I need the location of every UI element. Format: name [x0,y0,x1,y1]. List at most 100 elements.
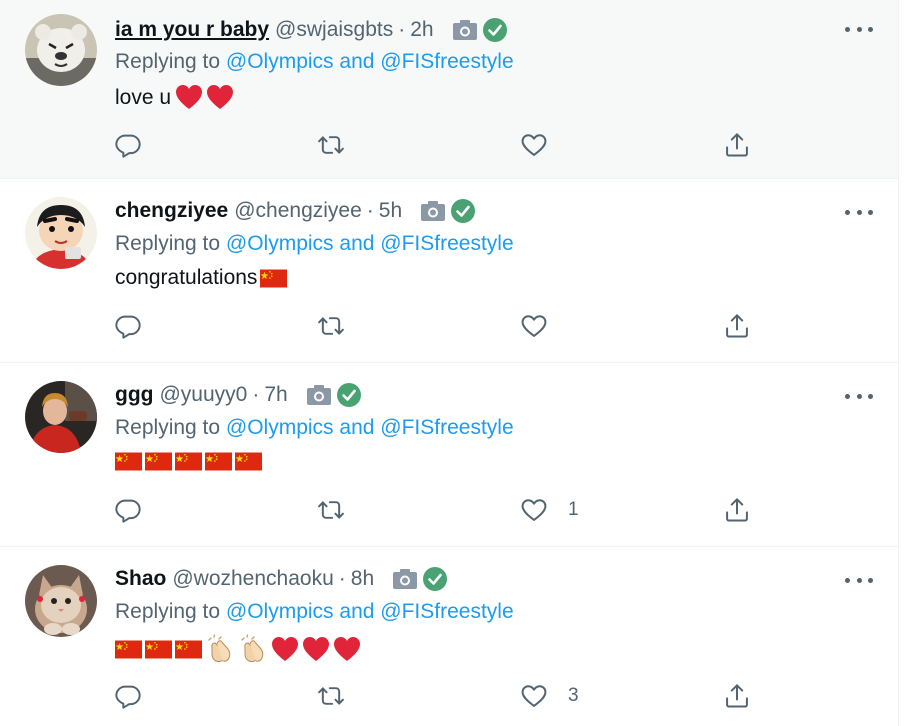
display-name[interactable]: ggg [115,383,153,407]
like-icon [521,685,547,707]
like-button[interactable] [520,128,568,162]
china-flag-emoji [115,640,142,658]
more-options-icon[interactable] [845,22,873,36]
share-icon [726,133,748,157]
more-options-icon[interactable] [845,389,873,403]
tweet-actions: 1 [0,493,898,529]
clapping-hands-emoji [241,634,264,663]
share-button[interactable] [723,679,751,713]
camera-icon [306,385,331,405]
timestamp[interactable]: 5h [379,199,402,223]
tweet-body: love u [115,85,172,109]
more-options-icon[interactable] [845,573,873,587]
tweet-header: ggg @yuuyy0 · 7h [115,379,362,411]
like-button[interactable] [520,309,568,343]
timestamp[interactable]: 7h [264,383,287,407]
reply-button[interactable] [114,309,142,343]
china-flag-emoji [175,640,202,658]
avatar[interactable] [25,381,97,453]
replying-to-line: Replying to @Olympics and @FISfreestyle [115,50,514,74]
china-flag-emoji [145,640,172,658]
red-heart-emoji [272,636,298,661]
display-name[interactable]: chengziyee [115,199,228,223]
timestamp[interactable]: 8h [351,567,374,591]
share-button[interactable] [723,309,751,343]
user-handle[interactable]: @yuuyy0 [159,383,247,407]
retweet-button[interactable] [317,128,345,162]
more-options-icon[interactable] [845,205,873,219]
reply-button[interactable] [114,679,142,713]
reply-icon [115,315,141,339]
reply-button[interactable] [114,493,142,527]
replying-to-label: Replying to [115,416,221,439]
share-icon [726,498,748,522]
avatar[interactable] [25,565,97,637]
china-flag-emoji [205,452,232,471]
red-heart-emoji [303,636,329,661]
china-flag-emoji [145,452,172,471]
like-icon [521,315,547,337]
red-heart-emoji [334,636,360,661]
retweet-button[interactable] [317,493,345,527]
avatar[interactable] [25,197,97,269]
replying-to-label: Replying to [115,600,221,623]
mention-links[interactable]: @Olympics and @FISfreestyle [226,50,514,73]
verified-badge-icon [451,199,476,223]
display-name[interactable]: Shao [115,567,166,591]
tweet-actions [0,309,898,345]
like-button[interactable]: 1 [520,493,579,527]
china-flag-emoji [115,452,142,471]
reply-tweet[interactable]: ggg @yuuyy0 · 7h Replying to @Olympics a… [0,363,898,547]
china-flag-emoji [175,452,202,471]
like-button[interactable]: 3 [520,679,579,713]
clapping-hands-emoji [208,634,231,663]
cat-avatar-image [25,565,97,637]
tweet-body: congratulations [115,266,258,289]
share-button[interactable] [723,128,751,162]
reply-tweet[interactable]: ia m you r baby @swjaisgbts · 2h Replyin… [0,0,898,179]
separator-dot: · [252,383,260,406]
retweet-icon [318,501,344,519]
tweet-text [115,452,262,471]
china-flag-emoji [235,452,262,471]
user-handle[interactable]: @chengziyee [234,199,362,223]
user-handle[interactable]: @swjaisgbts [275,18,393,42]
mention-links[interactable]: @Olympics and @FISfreestyle [226,600,514,623]
column-border [898,0,899,726]
reply-tweet[interactable]: chengziyee @chengziyee · 5h Replying to … [0,179,898,363]
user-handle[interactable]: @wozhenchaoku [172,567,333,591]
like-icon [521,134,547,156]
retweet-icon [318,687,344,705]
tweet-actions [0,128,898,164]
separator-dot: · [338,567,346,590]
china-flag-emoji [260,269,288,287]
replying-to-label: Replying to [115,232,221,255]
like-count: 1 [568,499,579,520]
red-heart-emoji [176,85,203,109]
timestamp[interactable]: 2h [410,18,433,42]
mention-links[interactable]: @Olympics and @FISfreestyle [226,416,514,439]
share-button[interactable] [723,493,751,527]
reply-tweet[interactable]: Shao @wozhenchaoku · 8h Replying to @Oly… [0,547,898,726]
verified-badge-icon [336,383,361,407]
tweet-header: Shao @wozhenchaoku · 8h [115,563,448,595]
retweet-button[interactable] [317,679,345,713]
mention-links[interactable]: @Olympics and @FISfreestyle [226,232,514,255]
like-icon [521,499,547,521]
separator-dot: · [398,18,406,41]
tweet-text: love u [115,84,234,111]
cartoon-boy-avatar-image [25,197,97,269]
tweet-text [115,634,361,664]
share-icon [726,684,748,708]
replying-to-line: Replying to @Olympics and @FISfreestyle [115,600,514,624]
retweet-button[interactable] [317,309,345,343]
avatar[interactable] [25,14,97,86]
person-red-jacket-avatar-image [25,381,97,453]
replying-to-line: Replying to @Olympics and @FISfreestyle [115,416,514,440]
reply-button[interactable] [114,128,142,162]
share-icon [726,314,748,338]
display-name[interactable]: ia m you r baby [115,18,269,42]
separator-dot: · [366,199,374,222]
camera-icon [452,20,477,40]
white-plush-bear-avatar-image [25,14,97,86]
